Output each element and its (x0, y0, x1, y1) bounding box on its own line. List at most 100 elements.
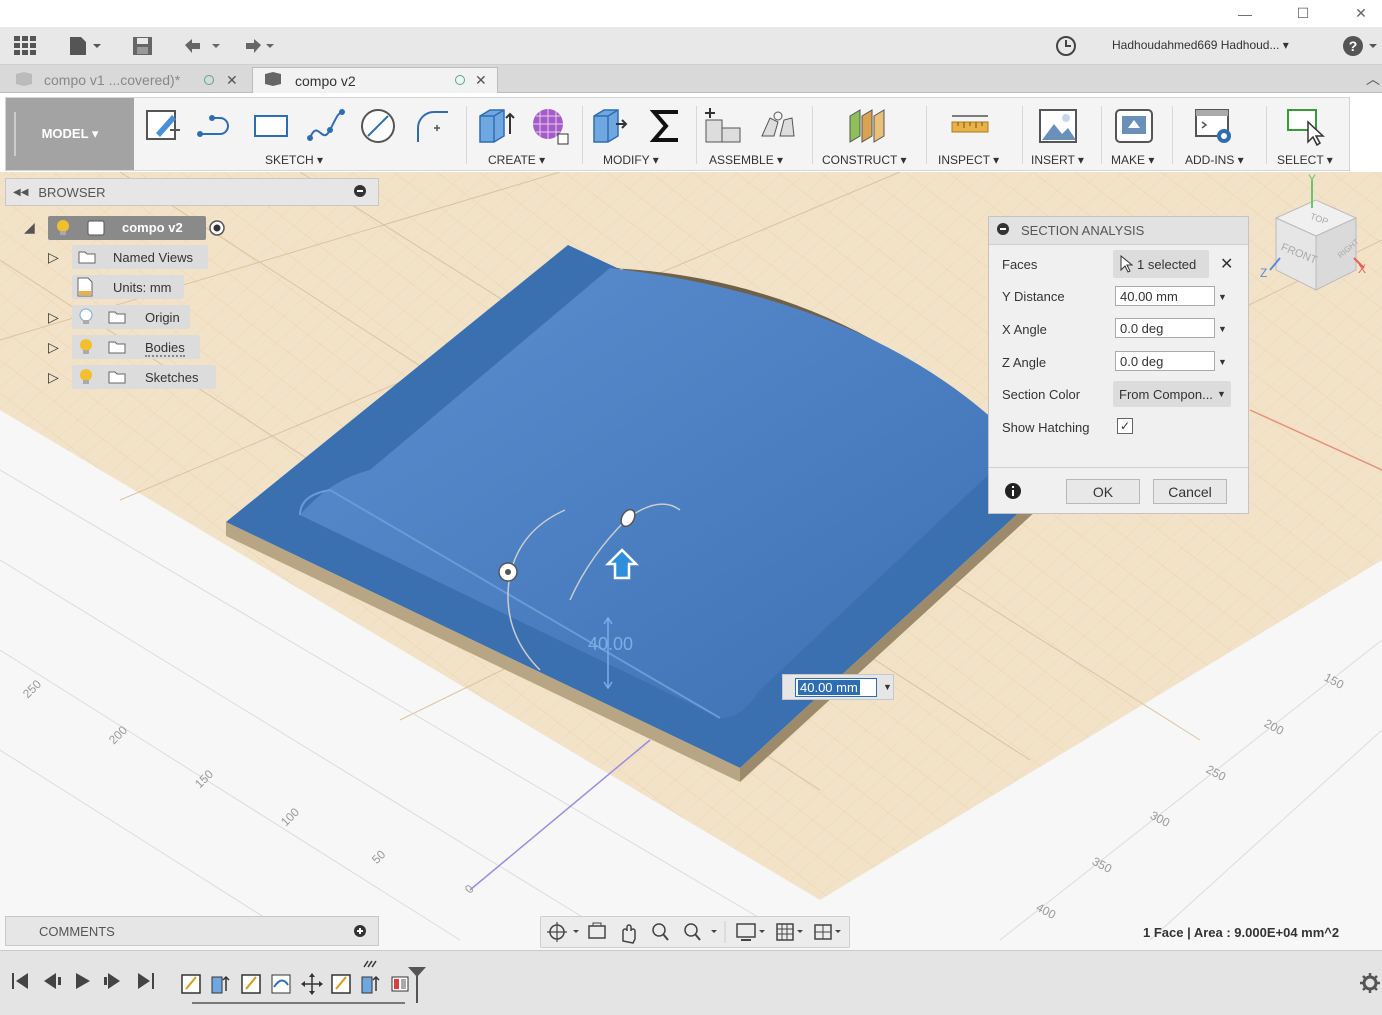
sketch-group-menu[interactable]: SKETCH ▾ (265, 153, 323, 167)
spline-icon[interactable] (306, 106, 346, 146)
section-color-dropdown[interactable]: From Compon... ▼ (1113, 381, 1231, 407)
insert-group-menu[interactable]: INSERT ▾ (1031, 153, 1084, 167)
fillet-sketch-icon[interactable] (412, 106, 452, 146)
user-account-menu[interactable]: Hadhoudahmed669 Hadhoud... ▾ (1112, 38, 1289, 52)
show-hatching-checkbox[interactable]: ✓ (1117, 418, 1133, 434)
press-pull-icon[interactable] (590, 106, 630, 146)
faces-selection-button[interactable]: 1 selected (1113, 250, 1209, 278)
minimize-button[interactable]: — (1222, 0, 1268, 27)
z-angle-input[interactable]: 0.0 deg (1115, 351, 1215, 371)
timeline-move-feature-icon[interactable] (301, 973, 323, 995)
step-back-icon[interactable] (44, 973, 61, 989)
timeline-settings-gear-icon[interactable] (1360, 973, 1380, 996)
maximize-button[interactable]: ☐ (1280, 0, 1326, 27)
tab-compo-v1[interactable]: compo v1 ...covered)* ✕ (6, 67, 250, 93)
y-distance-input[interactable]: 40.00 mm (1115, 286, 1215, 306)
cancel-button[interactable]: Cancel (1153, 479, 1227, 504)
pan-hand-icon[interactable] (622, 924, 636, 944)
app-grid-icon[interactable] (14, 36, 36, 56)
activate-radio-icon[interactable] (208, 219, 226, 240)
timeline-sketch-feature-icon[interactable] (181, 974, 201, 994)
close-icon[interactable]: ✕ (226, 72, 238, 89)
timeline-section-analysis-icon[interactable] (391, 976, 409, 992)
minimize-panel-icon[interactable] (354, 185, 366, 200)
addins-group-menu[interactable]: ADD-INS ▾ (1185, 153, 1244, 167)
create-sketch-icon[interactable] (144, 106, 184, 146)
expand-triangle-icon[interactable]: ◢ (24, 219, 35, 236)
viewports-icon[interactable] (814, 924, 841, 940)
line-icon[interactable] (196, 106, 236, 146)
expand-triangle-icon[interactable]: ▷ (48, 249, 59, 266)
x-angle-input[interactable]: 0.0 deg (1115, 318, 1215, 338)
chevron-down-icon[interactable]: ▼ (883, 682, 892, 692)
undo-icon[interactable] (182, 36, 222, 56)
chevron-down-icon[interactable]: ▼ (1218, 324, 1227, 334)
view-cube[interactable]: Y Z X TOP FRONT RIGHT (1256, 172, 1376, 298)
make-group-menu[interactable]: MAKE ▾ (1111, 153, 1154, 167)
lightbulb-icon[interactable] (79, 368, 93, 389)
lightbulb-icon[interactable] (79, 338, 93, 359)
3d-print-icon[interactable] (1114, 106, 1154, 146)
construct-group-menu[interactable]: CONSTRUCT ▾ (822, 153, 906, 167)
insert-image-icon[interactable] (1038, 106, 1078, 146)
distance-input[interactable]: 40.00 mm (795, 678, 877, 697)
rectangle-icon[interactable] (251, 106, 291, 146)
joint-icon[interactable] (758, 106, 798, 146)
chevron-down-icon[interactable]: ▼ (1218, 292, 1227, 302)
step-forward-icon[interactable] (104, 973, 120, 989)
form-icon[interactable] (530, 106, 570, 146)
display-settings-icon[interactable] (736, 923, 765, 941)
go-to-end-icon[interactable] (138, 973, 154, 989)
timeline-sketch-feature-icon[interactable] (331, 974, 351, 994)
tree-root-compo-v2[interactable]: ◢ (24, 215, 35, 240)
measure-icon[interactable] (950, 106, 990, 146)
browser-panel-header[interactable]: ◀◀ BROWSER (5, 178, 379, 206)
help-menu[interactable]: ? (1342, 36, 1378, 56)
add-comment-icon[interactable] (354, 925, 366, 940)
timeline-extrude-feature-icon[interactable] (211, 975, 230, 994)
workspace-switcher[interactable]: MODEL ▾ (6, 98, 134, 170)
extrude-icon[interactable] (476, 106, 516, 146)
select-cursor-icon[interactable] (1286, 106, 1326, 146)
timeline-marker-handle[interactable] (408, 967, 426, 1003)
go-to-start-icon[interactable] (12, 973, 28, 989)
info-icon[interactable] (1005, 483, 1021, 502)
lightbulb-off-icon[interactable] (79, 308, 93, 329)
new-component-icon[interactable] (704, 106, 744, 146)
grip-handle[interactable] (14, 112, 16, 156)
expand-triangle-icon[interactable]: ▷ (48, 309, 59, 326)
collapse-panel-icon[interactable]: ◀◀ (13, 187, 28, 198)
job-status-clock-icon[interactable] (1055, 36, 1077, 56)
chevron-down-icon[interactable]: ▼ (1218, 357, 1227, 367)
dialog-header[interactable]: SECTION ANALYSIS (989, 217, 1248, 245)
assemble-group-menu[interactable]: ASSEMBLE ▾ (709, 153, 783, 167)
collapse-dialog-icon[interactable] (997, 223, 1009, 238)
ok-button[interactable]: OK (1066, 479, 1140, 504)
grid-settings-icon[interactable] (776, 923, 803, 941)
file-menu-icon[interactable] (68, 36, 102, 56)
modify-group-menu[interactable]: MODIFY ▾ (603, 153, 659, 167)
create-group-menu[interactable]: CREATE ▾ (488, 153, 545, 167)
lightbulb-icon[interactable] (56, 219, 70, 240)
select-group-menu[interactable]: SELECT ▾ (1277, 153, 1333, 167)
timeline-sketch-feature-icon[interactable] (241, 974, 261, 994)
chevron-up-icon[interactable]: ︿ (1366, 69, 1380, 89)
inspect-group-menu[interactable]: INSPECT ▾ (938, 153, 999, 167)
zoom-icon[interactable] (652, 923, 669, 941)
close-icon[interactable]: ✕ (475, 72, 487, 89)
timeline-extrude-feature-icon[interactable] (361, 960, 380, 994)
close-window-button[interactable]: ✕ (1338, 0, 1382, 27)
save-icon[interactable] (132, 36, 154, 56)
orbit-icon[interactable] (547, 922, 579, 942)
timeline-surface-feature-icon[interactable] (271, 974, 291, 994)
circle-icon[interactable] (358, 106, 398, 146)
parameters-sigma-icon[interactable] (646, 106, 686, 146)
zoom-window-icon[interactable] (684, 923, 717, 941)
look-at-icon[interactable] (588, 922, 606, 939)
redo-icon[interactable] (236, 36, 276, 56)
clear-selection-icon[interactable]: ✕ (1220, 254, 1233, 274)
tab-compo-v2[interactable]: compo v2 ✕ (252, 67, 498, 93)
offset-plane-icon[interactable] (846, 106, 886, 146)
play-icon[interactable] (76, 973, 90, 989)
comments-panel-header[interactable]: COMMENTS (5, 916, 379, 946)
